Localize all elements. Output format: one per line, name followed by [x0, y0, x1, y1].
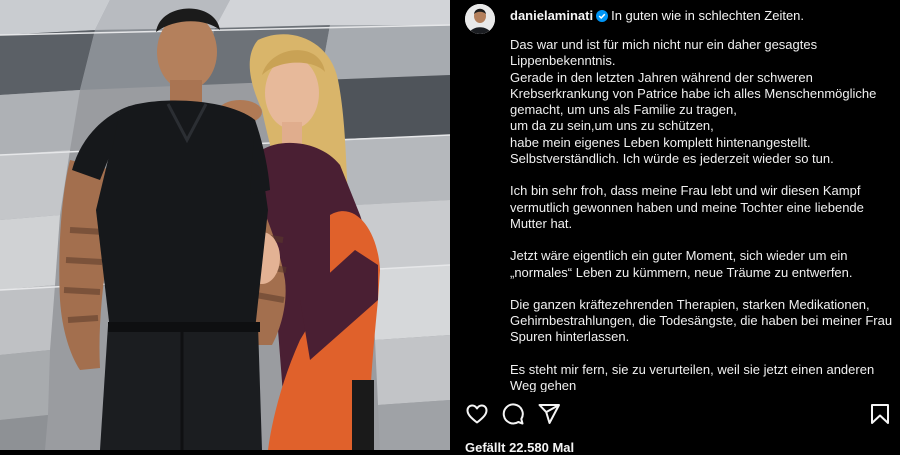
comment-icon: [502, 403, 524, 425]
caption-paragraph: Ich bin sehr froh, dass meine Frau lebt …: [510, 183, 864, 231]
caption-paragraph: Die ganzen kräftezehrenden Therapien, st…: [510, 296, 893, 345]
action-bar: [450, 392, 900, 434]
avatar[interactable]: [465, 4, 495, 34]
post-panel: danielaminati In guten wie in schlechten …: [450, 0, 900, 455]
username-link[interactable]: danielaminati: [510, 8, 593, 23]
verified-badge-icon: [596, 9, 609, 26]
comment-button[interactable]: [501, 402, 525, 426]
avatar-image: [465, 4, 495, 34]
caption-body[interactable]: Das war und ist für mich nicht nur ein d…: [510, 37, 900, 392]
heart-icon: [466, 404, 488, 424]
caption-headline: danielaminati In guten wie in schlechten …: [510, 7, 804, 26]
post-view: danielaminati In guten wie in schlechten …: [0, 0, 900, 455]
share-button[interactable]: [537, 402, 561, 426]
caption-header: danielaminati In guten wie in schlechten …: [465, 4, 890, 34]
share-icon: [538, 404, 560, 424]
like-count[interactable]: Gefällt 22.580 Mal: [465, 440, 574, 455]
save-button[interactable]: [868, 402, 892, 426]
post-photo[interactable]: [0, 0, 450, 450]
couple-photo: [0, 0, 450, 450]
caption-title: In guten wie in schlechten Zeiten.: [611, 8, 805, 23]
bookmark-icon: [871, 404, 889, 424]
like-button[interactable]: [465, 402, 489, 426]
caption-paragraph: Jetzt wäre eigentlich ein guter Moment, …: [510, 248, 853, 280]
caption-paragraph: Das war und ist für mich nicht nur ein d…: [510, 37, 877, 167]
caption-paragraph: Es steht mir fern, sie zu verurteilen, w…: [510, 361, 875, 392]
